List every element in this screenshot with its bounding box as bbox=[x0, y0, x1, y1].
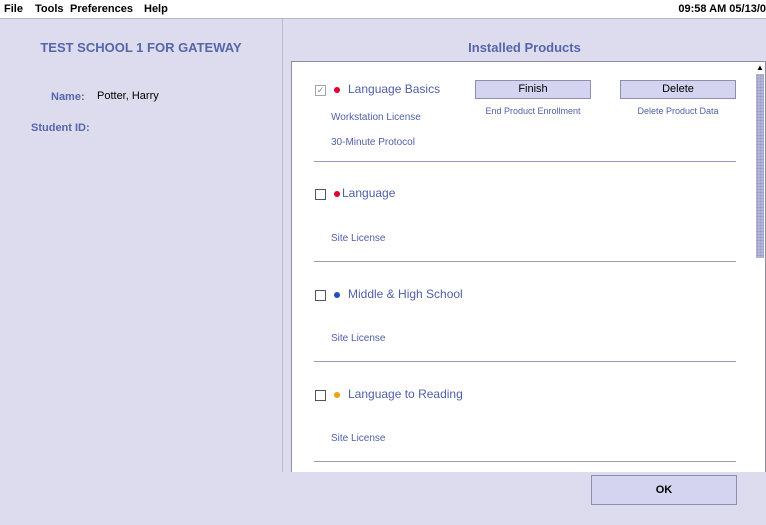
delete-button[interactable]: Delete bbox=[620, 80, 736, 99]
product-name: Language bbox=[342, 186, 396, 200]
status-dot-icon bbox=[334, 87, 340, 93]
school-name: TEST SCHOOL 1 FOR GATEWAY bbox=[40, 40, 242, 55]
menu-tools[interactable]: Tools bbox=[35, 3, 64, 15]
product-checkbox[interactable] bbox=[315, 290, 326, 301]
product-item-language: Language Site License bbox=[292, 162, 755, 262]
ok-button[interactable]: OK bbox=[591, 475, 737, 505]
product-name: Language to Reading bbox=[348, 387, 463, 401]
clock-display: 09:58 AM 05/13/0 bbox=[678, 3, 766, 15]
finish-button[interactable]: Finish bbox=[475, 80, 591, 99]
delete-caption: Delete Product Data bbox=[637, 106, 719, 116]
product-item-language-to-reading: Language to Reading Site License bbox=[292, 362, 755, 462]
name-label: Name: bbox=[51, 91, 85, 103]
scroll-thumb[interactable] bbox=[756, 74, 764, 258]
status-dot-icon bbox=[334, 292, 340, 298]
product-name: Language Basics bbox=[348, 82, 441, 96]
checkmark-icon: ✓ bbox=[316, 85, 325, 95]
product-item-middle-high-school: Middle & High School Site License bbox=[292, 262, 755, 362]
divider bbox=[314, 461, 736, 462]
student-name: Potter, Harry bbox=[97, 90, 159, 102]
status-dot-icon bbox=[334, 392, 340, 398]
student-id-label: Student ID: bbox=[31, 122, 90, 134]
product-checkbox[interactable] bbox=[315, 390, 326, 401]
app-window: TEST SCHOOL 1 FOR GATEWAY Name: Potter, … bbox=[0, 19, 766, 525]
menu-help[interactable]: Help bbox=[144, 3, 168, 15]
product-license: Site License bbox=[331, 433, 386, 444]
product-license: Workstation License bbox=[331, 112, 421, 123]
menu-bar: File Tools Preferences Help 09:58 AM 05/… bbox=[0, 0, 766, 19]
product-license: Site License bbox=[331, 233, 386, 244]
product-checkbox[interactable] bbox=[315, 189, 326, 200]
products-title: Installed Products bbox=[468, 40, 581, 55]
product-license: Site License bbox=[331, 333, 386, 344]
product-checkbox[interactable]: ✓ bbox=[315, 85, 326, 96]
status-dot-icon bbox=[334, 191, 340, 197]
menu-preferences[interactable]: Preferences bbox=[70, 3, 133, 15]
products-list[interactable]: ✓ Language Basics Workstation License 30… bbox=[291, 61, 756, 492]
menu-file[interactable]: File bbox=[4, 3, 23, 15]
student-panel: TEST SCHOOL 1 FOR GATEWAY Name: Potter, … bbox=[0, 19, 283, 472]
product-name: Middle & High School bbox=[348, 287, 463, 301]
product-protocol: 30-Minute Protocol bbox=[331, 137, 415, 148]
vertical-scrollbar[interactable]: ▲ ▼ bbox=[755, 61, 766, 492]
finish-caption: End Product Enrollment bbox=[485, 106, 581, 116]
product-item-language-basics: ✓ Language Basics Workstation License 30… bbox=[292, 62, 755, 162]
arrow-up-icon[interactable]: ▲ bbox=[755, 63, 765, 73]
